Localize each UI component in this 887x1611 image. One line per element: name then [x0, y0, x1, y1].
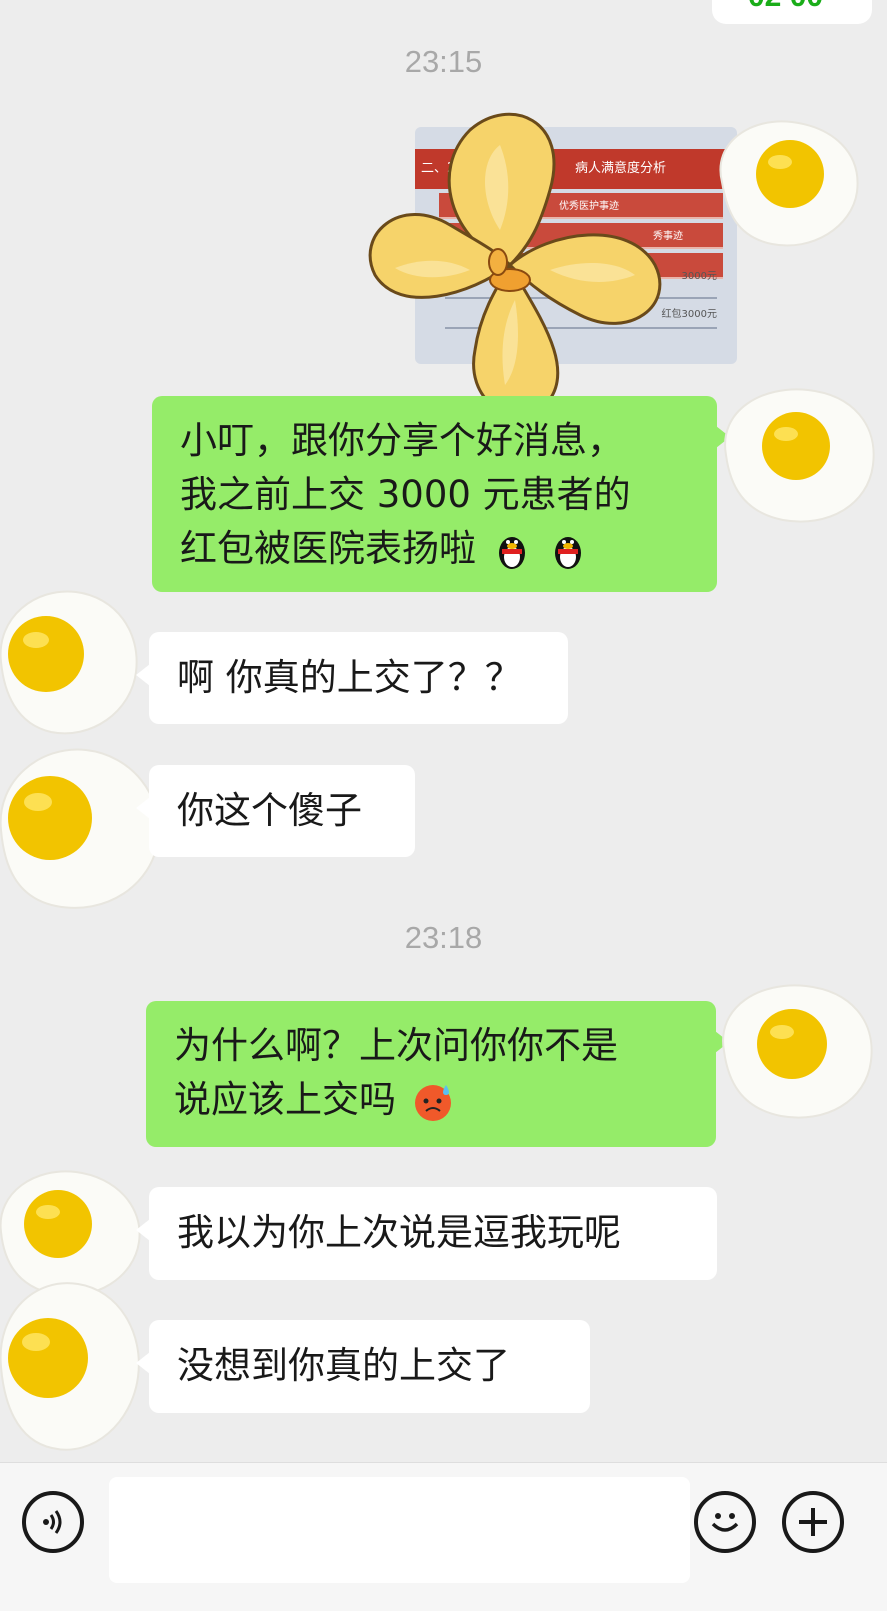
penguin-icon	[554, 536, 581, 569]
message-text: 没想到你真的上交了	[177, 1344, 510, 1387]
contact-avatar-egg-icon[interactable]	[0, 1272, 144, 1458]
penguin-icon	[498, 536, 525, 569]
my-avatar-egg-icon[interactable]	[716, 976, 876, 1124]
contact-avatar-egg-icon[interactable]	[0, 582, 141, 742]
my-message-bubble[interactable]: 为什么啊？上次问你你不是 说应该上交吗	[146, 1001, 729, 1147]
partial-message-bubble[interactable]: 02 00	[712, 0, 872, 24]
chat-input-bar	[0, 1462, 887, 1611]
message-line: 小叮，跟你分享个好消息，	[180, 419, 624, 462]
message-line: 我之前上交 3000 元患者的	[180, 473, 631, 516]
emoji-button[interactable]	[694, 1491, 756, 1553]
contact-message-bubble[interactable]: 我以为你上次说是逗我玩呢	[136, 1187, 717, 1280]
message-line: 说应该上交吗	[174, 1073, 688, 1127]
sweat-face-icon	[414, 1084, 451, 1121]
partial-message-text: 02 00	[748, 0, 823, 14]
message-line: 为什么啊？上次问你你不是	[174, 1024, 618, 1067]
voice-button[interactable]	[22, 1491, 84, 1553]
my-avatar-egg-icon[interactable]	[718, 380, 878, 528]
message-line: 红包被医院表扬啦	[180, 522, 689, 576]
message-input[interactable]	[109, 1477, 690, 1583]
my-avatar-egg-icon[interactable]	[712, 112, 862, 254]
message-text: 我以为你上次说是逗我玩呢	[177, 1211, 621, 1254]
timestamp: 23:15	[404, 44, 483, 79]
timestamp: 23:18	[404, 920, 483, 955]
message-text: 你这个傻子	[177, 789, 362, 832]
contact-message-bubble[interactable]: 啊 你真的上交了？？	[136, 632, 568, 724]
contact-message-bubble[interactable]: 没想到你真的上交了	[136, 1320, 590, 1413]
message-text: 啊 你真的上交了？？	[177, 656, 522, 699]
flower-sticker	[368, 112, 662, 416]
my-message-bubble[interactable]: 小叮，跟你分享个好消息， 我之前上交 3000 元患者的 红包被医院表扬啦	[152, 396, 730, 592]
plus-icon	[799, 1508, 827, 1536]
smile-icon	[711, 1513, 739, 1532]
contact-avatar-egg-icon[interactable]	[0, 740, 164, 916]
contact-message-bubble[interactable]: 你这个傻子	[136, 765, 415, 857]
more-button[interactable]	[782, 1491, 844, 1553]
voice-icon	[43, 1510, 62, 1534]
